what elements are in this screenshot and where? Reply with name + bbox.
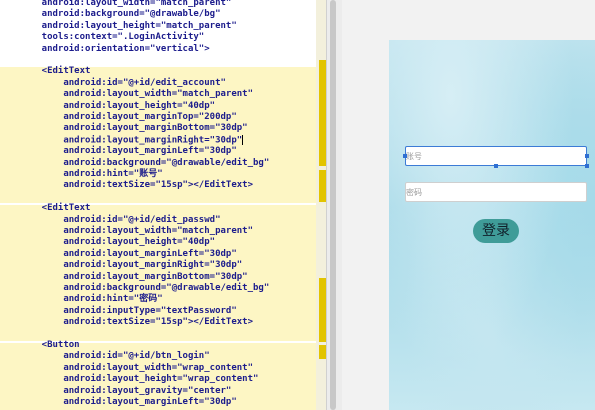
code-line[interactable]: android:layout_height="wrap_content" xyxy=(20,374,258,385)
code-line[interactable]: android:id="@+id/edit_account" xyxy=(20,78,226,89)
code-line[interactable]: <EditText xyxy=(20,66,91,77)
code-line[interactable]: android:layout_marginTop="200dp" xyxy=(20,112,236,123)
code-line[interactable]: android:layout_marginRight="30dp" xyxy=(20,260,242,271)
code-line[interactable]: android:layout_height="match_parent" xyxy=(20,21,237,32)
code-line[interactable]: android:id="@+id/edit_passwd" xyxy=(20,215,220,226)
code-line[interactable]: android:hint="密码" xyxy=(20,294,162,305)
code-line[interactable]: android:layout_marginLeft="30dp" xyxy=(20,397,236,408)
resize-handle-bottom[interactable] xyxy=(494,164,498,168)
code-editor[interactable]: android:layout_width="match_parent" andr… xyxy=(0,0,316,410)
text-caret xyxy=(242,134,244,145)
code-line[interactable]: android:inputType="textPassword" xyxy=(20,306,236,317)
code-line[interactable]: android:textSize="15sp"></EditText> xyxy=(20,180,253,191)
code-line[interactable]: android:layout_marginLeft="30dp" xyxy=(20,249,236,260)
code-line[interactable]: android:layout_gravity="center" xyxy=(20,386,231,397)
code-line[interactable]: android:layout_height="40dp" xyxy=(20,101,215,112)
password-edittext-preview[interactable]: 密码 xyxy=(405,182,587,202)
code-line[interactable]: android:layout_width="match_parent" xyxy=(20,0,232,9)
code-line[interactable]: android:layout_width="match_parent" xyxy=(20,89,253,100)
scrollbar-thumb[interactable] xyxy=(330,0,336,410)
code-line[interactable]: <Button xyxy=(20,340,80,351)
resize-handle-left[interactable] xyxy=(403,154,407,158)
resize-handle-right[interactable] xyxy=(585,154,589,158)
code-line[interactable]: android:layout_marginBottom="30dp" xyxy=(20,272,247,283)
code-line[interactable]: android:background="@drawable/edit_bg" xyxy=(20,158,269,169)
password-hint: 密码 xyxy=(406,188,422,197)
code-line[interactable]: android:textSize="15sp"></EditText> xyxy=(20,317,253,328)
code-line[interactable]: android:layout_width="wrap_content" xyxy=(20,363,253,374)
code-line[interactable]: tools:context=".LoginActivity" xyxy=(20,32,205,43)
code-line[interactable]: android:hint="账号" xyxy=(20,169,162,180)
resize-handle-corner[interactable] xyxy=(585,164,589,168)
code-line[interactable]: android:id="@+id/btn_login" xyxy=(20,351,209,362)
account-hint: 账号 xyxy=(406,152,422,161)
code-line[interactable]: android:background="@drawable/edit_bg" xyxy=(20,283,269,294)
code-line[interactable]: android:layout_marginRight="30dp" xyxy=(20,134,244,146)
code-line[interactable]: android:orientation="vertical"> xyxy=(20,44,210,55)
code-line[interactable]: android:layout_marginBottom="30dp" xyxy=(20,123,247,134)
code-line[interactable]: android:layout_marginLeft="30dp" xyxy=(20,146,236,157)
code-line[interactable]: android:layout_height="40dp" xyxy=(20,237,215,248)
code-line[interactable]: android:layout_width="match_parent" xyxy=(20,226,253,237)
code-line[interactable]: <EditText xyxy=(20,203,91,214)
code-line[interactable]: android:background="@drawable/bg" xyxy=(20,9,221,20)
login-button-preview[interactable]: 登录 xyxy=(473,219,519,243)
account-edittext-preview[interactable]: 账号 xyxy=(405,146,587,166)
